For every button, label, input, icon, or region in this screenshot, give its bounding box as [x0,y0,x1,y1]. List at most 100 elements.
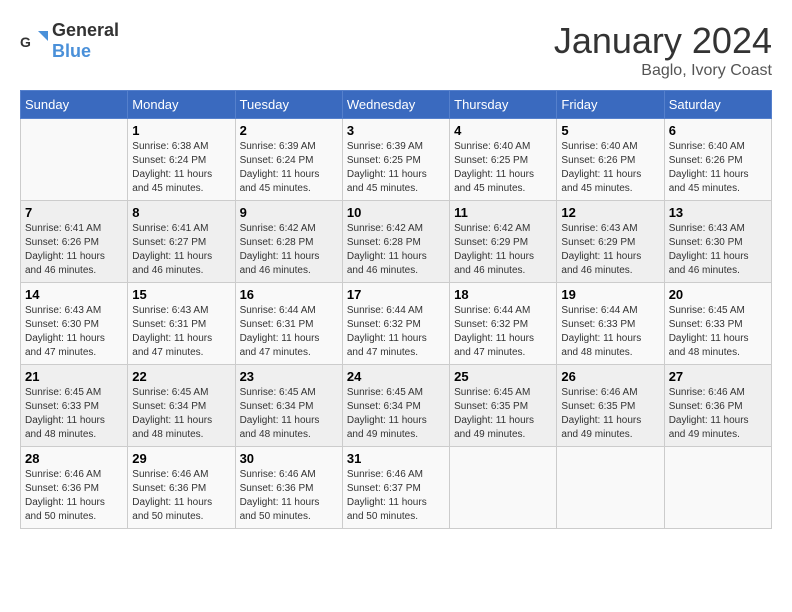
calendar-cell: 15Sunrise: 6:43 AM Sunset: 6:31 PM Dayli… [128,283,235,365]
day-number: 27 [669,369,767,384]
day-info: Sunrise: 6:38 AM Sunset: 6:24 PM Dayligh… [132,140,230,196]
day-info: Sunrise: 6:41 AM Sunset: 6:26 PM Dayligh… [25,222,123,278]
calendar-cell: 30 Sunrise: 6:46 AM Sunset: 6:36 PM Dayli… [235,447,342,529]
calendar-cell: 6 Sunrise: 6:40 AM Sunset: 6:26 PM Daylig… [664,119,771,201]
calendar-cell: 5 Sunrise: 6:40 AM Sunset: 6:26 PM Daylig… [557,119,664,201]
calendar-cell: 21 Sunrise: 6:45 AM Sunset: 6:33 PM Dayli… [21,365,128,447]
day-info: Sunrise: 6:46 AM Sunset: 6:36 PM Dayligh… [240,468,338,524]
day-info: Sunrise: 6:46 AM Sunset: 6:36 PM Dayligh… [25,468,123,524]
day-number: 7 [25,205,123,220]
calendar-cell: 26Sunrise: 6:46 AM Sunset: 6:35 PM Dayli… [557,365,664,447]
day-number: 6 [669,123,767,138]
day-number: 4 [454,123,552,138]
calendar-cell: 4Sunrise: 6:40 AM Sunset: 6:25 PM Daylig… [450,119,557,201]
day-number: 10 [347,205,445,220]
day-number: 12 [561,205,659,220]
calendar-cell: 1 Sunrise: 6:38 AM Sunset: 6:24 PM Daylig… [128,119,235,201]
calendar-cell: 27Sunrise: 6:46 AM Sunset: 6:36 PM Dayli… [664,365,771,447]
calendar-cell: 25 Sunrise: 6:45 AM Sunset: 6:35 PM Dayli… [450,365,557,447]
calendar-cell: 31 Sunrise: 6:46 AM Sunset: 6:37 PM Dayli… [342,447,449,529]
calendar-cell: 3 Sunrise: 6:39 AM Sunset: 6:25 PM Daylig… [342,119,449,201]
calendar-cell: 7 Sunrise: 6:41 AM Sunset: 6:26 PM Daylig… [21,201,128,283]
day-info: Sunrise: 6:46 AM Sunset: 6:35 PM Dayligh… [561,386,659,442]
day-number: 31 [347,451,445,466]
calendar-cell: 20 Sunrise: 6:45 AM Sunset: 6:33 PM Dayli… [664,283,771,365]
day-info: Sunrise: 6:42 AM Sunset: 6:28 PM Dayligh… [240,222,338,278]
calendar-week-row: 1 Sunrise: 6:38 AM Sunset: 6:24 PM Daylig… [21,119,772,201]
calendar-week-row: 28 Sunrise: 6:46 AM Sunset: 6:36 PM Dayli… [21,447,772,529]
calendar-cell: 2 Sunrise: 6:39 AM Sunset: 6:24 PM Daylig… [235,119,342,201]
day-info: Sunrise: 6:44 AM Sunset: 6:31 PM Dayligh… [240,304,338,360]
day-info: Sunrise: 6:45 AM Sunset: 6:35 PM Dayligh… [454,386,552,442]
logo-icon: G [20,27,48,55]
day-number: 25 [454,369,552,384]
logo: G General Blue [20,20,119,62]
day-info: Sunrise: 6:43 AM Sunset: 6:30 PM Dayligh… [669,222,767,278]
day-number: 8 [132,205,230,220]
day-of-week-header: Saturday [664,91,771,119]
month-title: January 2024 [554,20,772,62]
day-info: Sunrise: 6:39 AM Sunset: 6:24 PM Dayligh… [240,140,338,196]
calendar-cell: 18Sunrise: 6:44 AM Sunset: 6:32 PM Dayli… [450,283,557,365]
day-info: Sunrise: 6:42 AM Sunset: 6:28 PM Dayligh… [347,222,445,278]
calendar-body: 1 Sunrise: 6:38 AM Sunset: 6:24 PM Daylig… [21,119,772,529]
day-of-week-header: Tuesday [235,91,342,119]
day-number: 30 [240,451,338,466]
day-info: Sunrise: 6:46 AM Sunset: 6:36 PM Dayligh… [132,468,230,524]
day-info: Sunrise: 6:41 AM Sunset: 6:27 PM Dayligh… [132,222,230,278]
day-number: 2 [240,123,338,138]
day-info: Sunrise: 6:40 AM Sunset: 6:26 PM Dayligh… [561,140,659,196]
day-info: Sunrise: 6:45 AM Sunset: 6:33 PM Dayligh… [25,386,123,442]
calendar-cell: 13 Sunrise: 6:43 AM Sunset: 6:30 PM Dayli… [664,201,771,283]
day-number: 23 [240,369,338,384]
calendar-cell: 19Sunrise: 6:44 AM Sunset: 6:33 PM Dayli… [557,283,664,365]
day-of-week-header: Wednesday [342,91,449,119]
day-number: 9 [240,205,338,220]
day-number: 16 [240,287,338,302]
day-info: Sunrise: 6:40 AM Sunset: 6:26 PM Dayligh… [669,140,767,196]
calendar-cell [557,447,664,529]
day-number: 3 [347,123,445,138]
day-info: Sunrise: 6:43 AM Sunset: 6:29 PM Dayligh… [561,222,659,278]
day-number: 22 [132,369,230,384]
calendar-week-row: 7 Sunrise: 6:41 AM Sunset: 6:26 PM Daylig… [21,201,772,283]
location-title: Baglo, Ivory Coast [554,62,772,80]
calendar-cell: 11Sunrise: 6:42 AM Sunset: 6:29 PM Dayli… [450,201,557,283]
day-number: 1 [132,123,230,138]
day-info: Sunrise: 6:45 AM Sunset: 6:34 PM Dayligh… [347,386,445,442]
calendar-cell: 22 Sunrise: 6:45 AM Sunset: 6:34 PM Dayli… [128,365,235,447]
day-of-week-header: Thursday [450,91,557,119]
day-number: 24 [347,369,445,384]
day-of-week-header: Monday [128,91,235,119]
calendar-cell: 14Sunrise: 6:43 AM Sunset: 6:30 PM Dayli… [21,283,128,365]
calendar-cell: 24 Sunrise: 6:45 AM Sunset: 6:34 PM Dayli… [342,365,449,447]
day-number: 13 [669,205,767,220]
day-number: 21 [25,369,123,384]
day-info: Sunrise: 6:43 AM Sunset: 6:30 PM Dayligh… [25,304,123,360]
day-number: 28 [25,451,123,466]
day-of-week-header: Sunday [21,91,128,119]
calendar-cell: 28 Sunrise: 6:46 AM Sunset: 6:36 PM Dayli… [21,447,128,529]
day-info: Sunrise: 6:45 AM Sunset: 6:33 PM Dayligh… [669,304,767,360]
day-info: Sunrise: 6:44 AM Sunset: 6:32 PM Dayligh… [347,304,445,360]
calendar-cell: 16 Sunrise: 6:44 AM Sunset: 6:31 PM Dayli… [235,283,342,365]
day-info: Sunrise: 6:45 AM Sunset: 6:34 PM Dayligh… [240,386,338,442]
calendar-cell: 23 Sunrise: 6:45 AM Sunset: 6:34 PM Dayli… [235,365,342,447]
calendar-cell [21,119,128,201]
day-info: Sunrise: 6:45 AM Sunset: 6:34 PM Dayligh… [132,386,230,442]
calendar-cell: 9 Sunrise: 6:42 AM Sunset: 6:28 PM Daylig… [235,201,342,283]
day-number: 5 [561,123,659,138]
logo-blue: Blue [52,41,91,61]
day-info: Sunrise: 6:39 AM Sunset: 6:25 PM Dayligh… [347,140,445,196]
calendar-cell: 8 Sunrise: 6:41 AM Sunset: 6:27 PM Daylig… [128,201,235,283]
day-info: Sunrise: 6:44 AM Sunset: 6:33 PM Dayligh… [561,304,659,360]
day-number: 15 [132,287,230,302]
logo-general: General [52,20,119,40]
day-number: 18 [454,287,552,302]
day-info: Sunrise: 6:46 AM Sunset: 6:37 PM Dayligh… [347,468,445,524]
calendar-cell [664,447,771,529]
calendar-cell: 17Sunrise: 6:44 AM Sunset: 6:32 PM Dayli… [342,283,449,365]
calendar-week-row: 21 Sunrise: 6:45 AM Sunset: 6:33 PM Dayli… [21,365,772,447]
day-number: 20 [669,287,767,302]
calendar-header-row: SundayMondayTuesdayWednesdayThursdayFrid… [21,91,772,119]
